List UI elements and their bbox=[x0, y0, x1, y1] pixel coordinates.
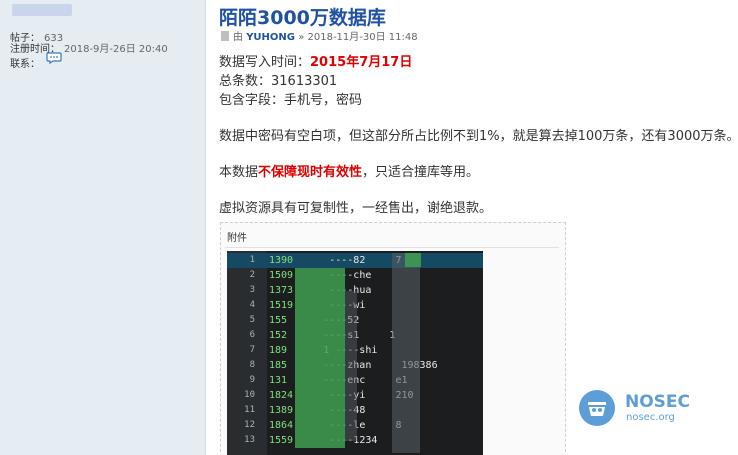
stat-contact-label: 联系： bbox=[10, 59, 40, 70]
terminal-row: 1 1390 ----82 7 bbox=[227, 253, 483, 268]
watermark-domain: nosec.org bbox=[626, 412, 675, 423]
phone-fragment: 131 bbox=[269, 375, 288, 386]
password-fragment: ----82 bbox=[329, 255, 366, 266]
post-byline: 由 YUHONG » 2018-11月-30日 11:48 bbox=[221, 28, 418, 43]
redaction-blur bbox=[345, 291, 357, 441]
line-number: 5 bbox=[249, 315, 255, 325]
stat-registered-value: 2018-9月-26日 20:40 bbox=[64, 44, 168, 55]
watermark-brand: NOSEC bbox=[625, 392, 691, 412]
line-number: 10 bbox=[244, 390, 255, 400]
line-number: 11 bbox=[244, 405, 255, 415]
post-title[interactable]: 陌陌3000万数据库 bbox=[219, 3, 386, 30]
phone-fragment: 1390 bbox=[269, 255, 294, 266]
line-number: 6 bbox=[249, 330, 255, 340]
line-number: 3 bbox=[249, 285, 255, 295]
terminal-row: 2 1509 ----che bbox=[227, 268, 483, 283]
blank-note-line: 数据中密码有空白项，但这部分所占比例不到1%，就是算去掉100万条，还有3000… bbox=[219, 129, 738, 144]
line-number: 1 bbox=[249, 255, 255, 265]
refund-note-line: 虚拟资源具有可复制性，一经售出，谢绝退款。 bbox=[219, 201, 493, 216]
stat-contact: 联系： bbox=[10, 55, 40, 70]
post-date: 2018-11月-30日 11:48 bbox=[307, 32, 418, 43]
line-number: 13 bbox=[244, 435, 255, 445]
phone-fragment: 185 bbox=[269, 360, 288, 371]
phone-fragment: 1864 bbox=[269, 420, 294, 431]
username-blurred[interactable] bbox=[12, 4, 72, 16]
validity-emphasis: 不保障现时有效性 bbox=[258, 165, 363, 180]
phone-fragment: 1509 bbox=[269, 270, 294, 281]
author-sidebar: 帖子： 633 注册时间： 2018-9月-26日 20:40 联系： bbox=[0, 0, 206, 455]
phone-fragment: 1389 bbox=[269, 405, 294, 416]
line-number: 12 bbox=[244, 420, 255, 430]
author-link[interactable]: YUHONG bbox=[246, 32, 295, 43]
write-time-value: 2015年7月17日 bbox=[310, 55, 413, 70]
phone-fragment: 1824 bbox=[269, 390, 294, 401]
line-number: 4 bbox=[249, 300, 255, 310]
post-icon bbox=[221, 31, 229, 41]
total-count-line: 总条数：31613301 bbox=[219, 74, 338, 89]
nosec-logo-icon bbox=[579, 390, 615, 426]
redaction-blur bbox=[405, 253, 421, 267]
write-time-line: 数据写入时间：2015年7月17日 bbox=[219, 51, 412, 70]
line-number: 9 bbox=[249, 375, 255, 385]
nosec-watermark: NOSEC nosec.org bbox=[575, 390, 705, 426]
phone-fragment: 189 bbox=[269, 345, 288, 356]
byline-separator: » bbox=[298, 32, 305, 43]
phone-fragment: 1373 bbox=[269, 285, 294, 296]
attachment-label: 附件 bbox=[227, 233, 247, 244]
validity-suffix: ，只适合撞库等用。 bbox=[362, 165, 480, 180]
fields-line: 包含字段：手机号，密码 bbox=[219, 93, 363, 108]
chat-bubble-icon[interactable] bbox=[46, 52, 62, 64]
phone-fragment: 155 bbox=[269, 315, 288, 326]
phone-fragment: 1519 bbox=[269, 300, 294, 311]
redaction-blur bbox=[295, 268, 345, 448]
validity-prefix: 本数据 bbox=[219, 165, 259, 180]
write-time-label: 数据写入时间： bbox=[219, 55, 311, 70]
terminal-line-text: 1390 ----82 7 bbox=[269, 253, 401, 268]
validity-line: 本数据不保障现时有效性，只适合撞库等用。 bbox=[219, 161, 479, 180]
phone-fragment: 1559 bbox=[269, 435, 294, 446]
attachment-divider bbox=[225, 247, 559, 248]
line-number: 8 bbox=[249, 360, 255, 370]
line-number: 7 bbox=[249, 345, 255, 355]
phone-fragment: 152 bbox=[269, 330, 288, 341]
line-number: 2 bbox=[249, 270, 255, 280]
redaction-blur bbox=[392, 253, 420, 453]
byline-prefix: 由 bbox=[233, 32, 243, 43]
stat-registered: 注册时间： 2018-9月-26日 20:40 bbox=[10, 40, 168, 55]
attachment-screenshot[interactable]: 11390 ----82 721509 ----che 31373 ----hu… bbox=[227, 251, 483, 455]
